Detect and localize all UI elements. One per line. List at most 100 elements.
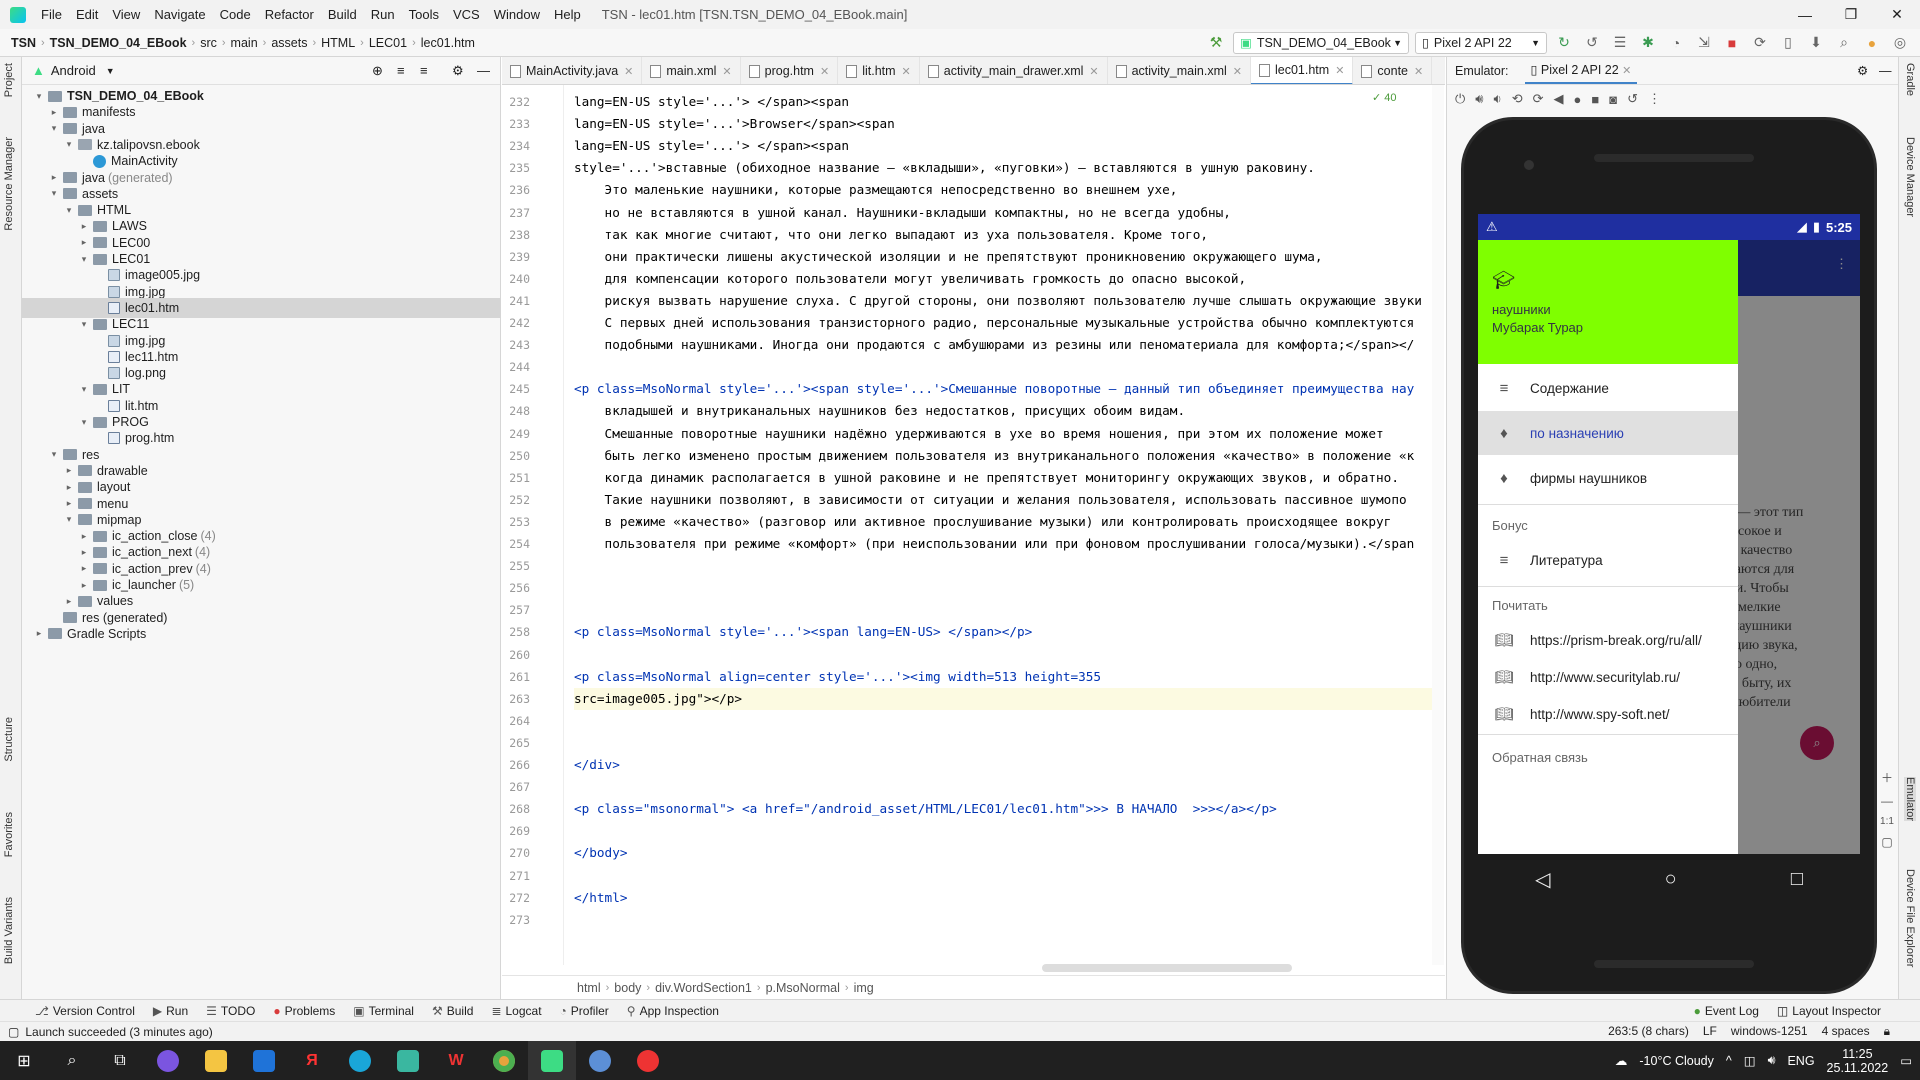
close-tab-icon[interactable]: ✕ — [1335, 64, 1344, 77]
breadcrumb-item[interactable]: main — [228, 36, 261, 50]
menu-build[interactable]: Build — [321, 7, 364, 22]
mail-icon[interactable] — [240, 1041, 288, 1080]
layout-inspector-button[interactable]: ◫ Layout Inspector — [1768, 1004, 1890, 1018]
chevron-right-icon[interactable]: ▸ — [62, 498, 76, 509]
breadcrumb-item[interactable]: body — [611, 981, 644, 995]
file-explorer-icon[interactable] — [192, 1041, 240, 1080]
rotate-left-icon[interactable]: ⟲ — [1512, 91, 1523, 107]
device-file-explorer-side-tab[interactable]: Device File Explorer — [1904, 869, 1916, 967]
chevron-right-icon[interactable]: ▸ — [62, 596, 76, 607]
chevron-right-icon[interactable]: ▸ — [32, 628, 46, 639]
file-encoding[interactable]: windows-1251 — [1731, 1024, 1808, 1039]
menu-view[interactable]: View — [105, 7, 147, 22]
yandex-icon[interactable]: Я — [288, 1041, 336, 1080]
gradle-side-tab[interactable]: Gradle — [1904, 63, 1916, 96]
collapse-all-icon[interactable]: ≡ — [397, 63, 405, 78]
expand-all-icon[interactable]: ≡ — [420, 63, 428, 78]
code-line[interactable]: <p class=MsoNormal style='...'><span lan… — [574, 621, 1032, 643]
chevron-right-icon[interactable]: ▸ — [77, 563, 91, 574]
chevron-right-icon[interactable]: ▸ — [77, 580, 91, 591]
tool-window-button[interactable]: ▶ Run — [144, 1004, 197, 1018]
app-icon-2[interactable] — [384, 1041, 432, 1080]
code-line[interactable]: lang=EN-US style='...'> </span><span — [574, 135, 849, 157]
menu-edit[interactable]: Edit — [69, 7, 105, 22]
sync-icon[interactable]: ⟳ — [1749, 32, 1771, 54]
menu-refactor[interactable]: Refactor — [258, 7, 321, 22]
zoom-actual-size[interactable]: 1:1 — [1880, 816, 1894, 827]
menu-code[interactable]: Code — [213, 7, 258, 22]
tray-arrow-icon[interactable]: ^ — [1726, 1054, 1732, 1068]
cursor-position[interactable]: 263:5 (8 chars) — [1608, 1024, 1689, 1039]
minimize-icon[interactable]: — — [1782, 0, 1828, 29]
drawer-item[interactable]: ♦ по назначению — [1478, 411, 1738, 455]
close-tab-icon[interactable]: ✕ — [722, 65, 731, 78]
editor-tab[interactable]: main.xml ✕ — [642, 57, 741, 84]
chevron-down-icon[interactable]: ▾ — [62, 139, 76, 150]
updates-icon[interactable]: ● — [1861, 32, 1883, 54]
close-tab-icon[interactable]: ✕ — [1233, 65, 1242, 78]
drawer-item-literature[interactable]: ≡ Литература — [1478, 538, 1738, 582]
code-line[interactable]: рискуя вызвать нарушение слуха. С другой… — [574, 290, 1422, 312]
code-line[interactable]: lang=EN-US style='...'>Browser</span><sp… — [574, 113, 895, 135]
code-line[interactable]: Это маленькие наушники, которые размещаю… — [574, 179, 1178, 201]
overview-icon[interactable]: ■ — [1591, 92, 1599, 107]
breadcrumb-item[interactable]: lec01.htm — [418, 36, 478, 50]
breadcrumb-item[interactable]: img — [851, 981, 877, 995]
chevron-down-icon[interactable]: ▾ — [32, 91, 46, 102]
volume-icon[interactable]: 🔊︎ — [1768, 1053, 1776, 1068]
overview-icon[interactable]: □ — [1791, 868, 1803, 891]
editor-tab[interactable]: lec01.htm ✕ — [1251, 57, 1354, 84]
close-tab-icon[interactable]: ✕ — [1089, 65, 1098, 78]
zoom-out-icon[interactable]: — — [1881, 794, 1893, 808]
breadcrumb-item[interactable]: p.MsoNormal — [763, 981, 843, 995]
tool-window-button[interactable]: ◔ Profiler — [551, 1004, 618, 1018]
code-line[interactable]: они практически лишены акустической изол… — [574, 246, 1323, 268]
chevron-down-icon[interactable]: ▾ — [62, 205, 76, 216]
breadcrumb-item[interactable]: assets — [268, 36, 310, 50]
emulator-side-tab[interactable]: Emulator — [1904, 777, 1916, 822]
edge-icon[interactable] — [336, 1041, 384, 1080]
drawer-item[interactable]: ♦ фирмы наушников — [1478, 456, 1738, 500]
fit-screen-icon[interactable]: ▢ — [1881, 835, 1892, 849]
sdk-manager-icon[interactable]: ⬇ — [1805, 32, 1827, 54]
indent-setting[interactable]: 4 spaces — [1822, 1024, 1870, 1039]
code-line[interactable]: для компенсации которого пользователи мо… — [574, 268, 1247, 290]
chevron-right-icon[interactable]: ▸ — [62, 465, 76, 476]
weather-icon[interactable]: ☁ — [1615, 1053, 1628, 1068]
menu-vcs[interactable]: VCS — [446, 7, 487, 22]
code-line[interactable]: быть легко изменено простым движением по… — [574, 445, 1415, 467]
chevron-down-icon[interactable]: ▾ — [77, 384, 91, 395]
chevron-right-icon[interactable]: ▸ — [77, 547, 91, 558]
line-separator[interactable]: LF — [1703, 1024, 1717, 1039]
apply-code-changes-icon[interactable]: ↺ — [1581, 32, 1603, 54]
breadcrumb-item[interactable]: div.WordSection1 — [652, 981, 755, 995]
code-line[interactable]: lang=EN-US style='...'> </span><span — [574, 91, 849, 113]
breadcrumb-item[interactable]: TSN — [8, 36, 39, 50]
chevron-down-icon[interactable]: ▾ — [62, 514, 76, 525]
code-line[interactable]: пользователя при режиме «комфорт» (при н… — [574, 533, 1415, 555]
code-line[interactable]: </div> — [574, 754, 620, 776]
stop-icon[interactable]: ■ — [1721, 32, 1743, 54]
hide-panel-icon[interactable]: — — [1879, 64, 1892, 78]
code-line[interactable]: когда динамик располагается в ушной рако… — [574, 467, 1399, 489]
code-line[interactable]: подобными наушниками. Иногда они продают… — [574, 334, 1415, 356]
chrome-icon[interactable] — [480, 1041, 528, 1080]
search-icon[interactable]: ⌕ — [1833, 32, 1855, 54]
code-line[interactable]: <p class=MsoNormal style='...'><span sty… — [574, 378, 1414, 400]
home-icon[interactable]: ● — [1574, 92, 1582, 107]
profile-icon[interactable]: ◔ — [1665, 32, 1687, 54]
code-line[interactable]: Смешанные поворотные наушники надёжно уд… — [574, 423, 1384, 445]
chevron-down-icon[interactable]: ▾ — [47, 123, 61, 134]
logcat-icon[interactable]: ☰ — [1609, 32, 1631, 54]
tree-item[interactable]: ▸ Gradle Scripts — [22, 624, 501, 644]
weather-text[interactable]: -10°C Cloudy — [1639, 1054, 1713, 1068]
emulator-tab[interactable]: ▯ Pixel 2 API 22 ✕ — [1524, 57, 1638, 84]
chevron-down-icon[interactable]: ▾ — [77, 254, 91, 265]
tool-window-button[interactable]: ⎇ Version Control — [26, 1004, 144, 1018]
code-line[interactable]: src=image005.jpg"></p> — [574, 687, 1434, 710]
network-icon[interactable]: ◫ — [1744, 1053, 1756, 1068]
device-manager-icon[interactable]: ▯ — [1777, 32, 1799, 54]
tool-window-button[interactable]: ▣ Terminal — [344, 1004, 423, 1018]
close-tab-icon[interactable]: ✕ — [1414, 65, 1423, 78]
code-line[interactable]: </body> — [574, 842, 627, 864]
